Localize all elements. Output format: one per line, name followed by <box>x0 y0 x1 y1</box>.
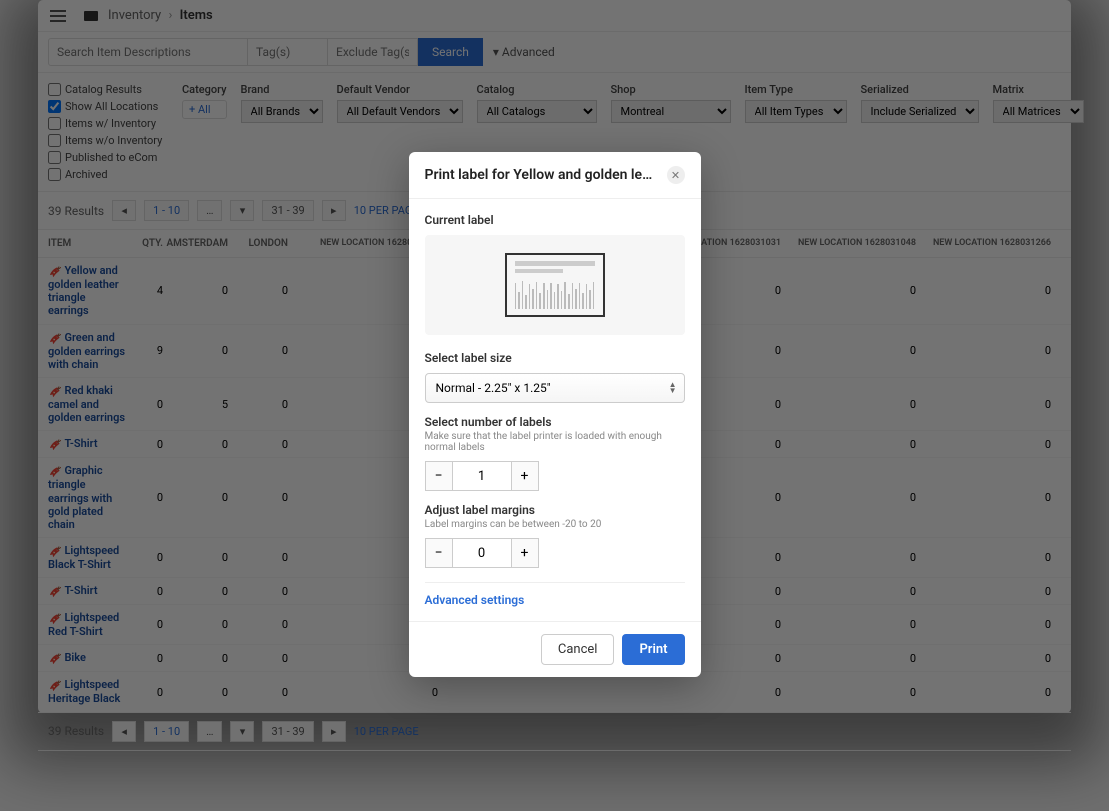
label-size-select[interactable]: Normal - 2.25" x 1.25" <box>425 373 685 403</box>
margin-input[interactable] <box>453 538 511 568</box>
modal-title: Print label for Yellow and golden leathe… <box>425 167 659 183</box>
qty-input[interactable] <box>453 461 511 491</box>
number-labels-hint: Make sure that the label printer is load… <box>425 431 685 453</box>
close-icon[interactable]: ✕ <box>667 166 685 184</box>
print-button[interactable]: Print <box>622 634 684 665</box>
margin-increment[interactable]: + <box>511 538 539 568</box>
margins-stepper: − + <box>425 538 685 568</box>
margin-decrement[interactable]: − <box>425 538 453 568</box>
cancel-button[interactable]: Cancel <box>541 634 615 665</box>
barcode-preview <box>425 235 685 335</box>
number-labels-heading: Select number of labels <box>425 415 685 429</box>
quantity-stepper: − + <box>425 461 685 491</box>
margins-hint: Label margins can be between -20 to 20 <box>425 519 685 530</box>
qty-increment[interactable]: + <box>511 461 539 491</box>
qty-decrement[interactable]: − <box>425 461 453 491</box>
label-size-heading: Select label size <box>425 351 685 365</box>
margins-heading: Adjust label margins <box>425 503 685 517</box>
advanced-settings-link[interactable]: Advanced settings <box>425 593 685 607</box>
print-label-modal: Print label for Yellow and golden leathe… <box>409 152 701 677</box>
current-label-heading: Current label <box>425 213 685 227</box>
